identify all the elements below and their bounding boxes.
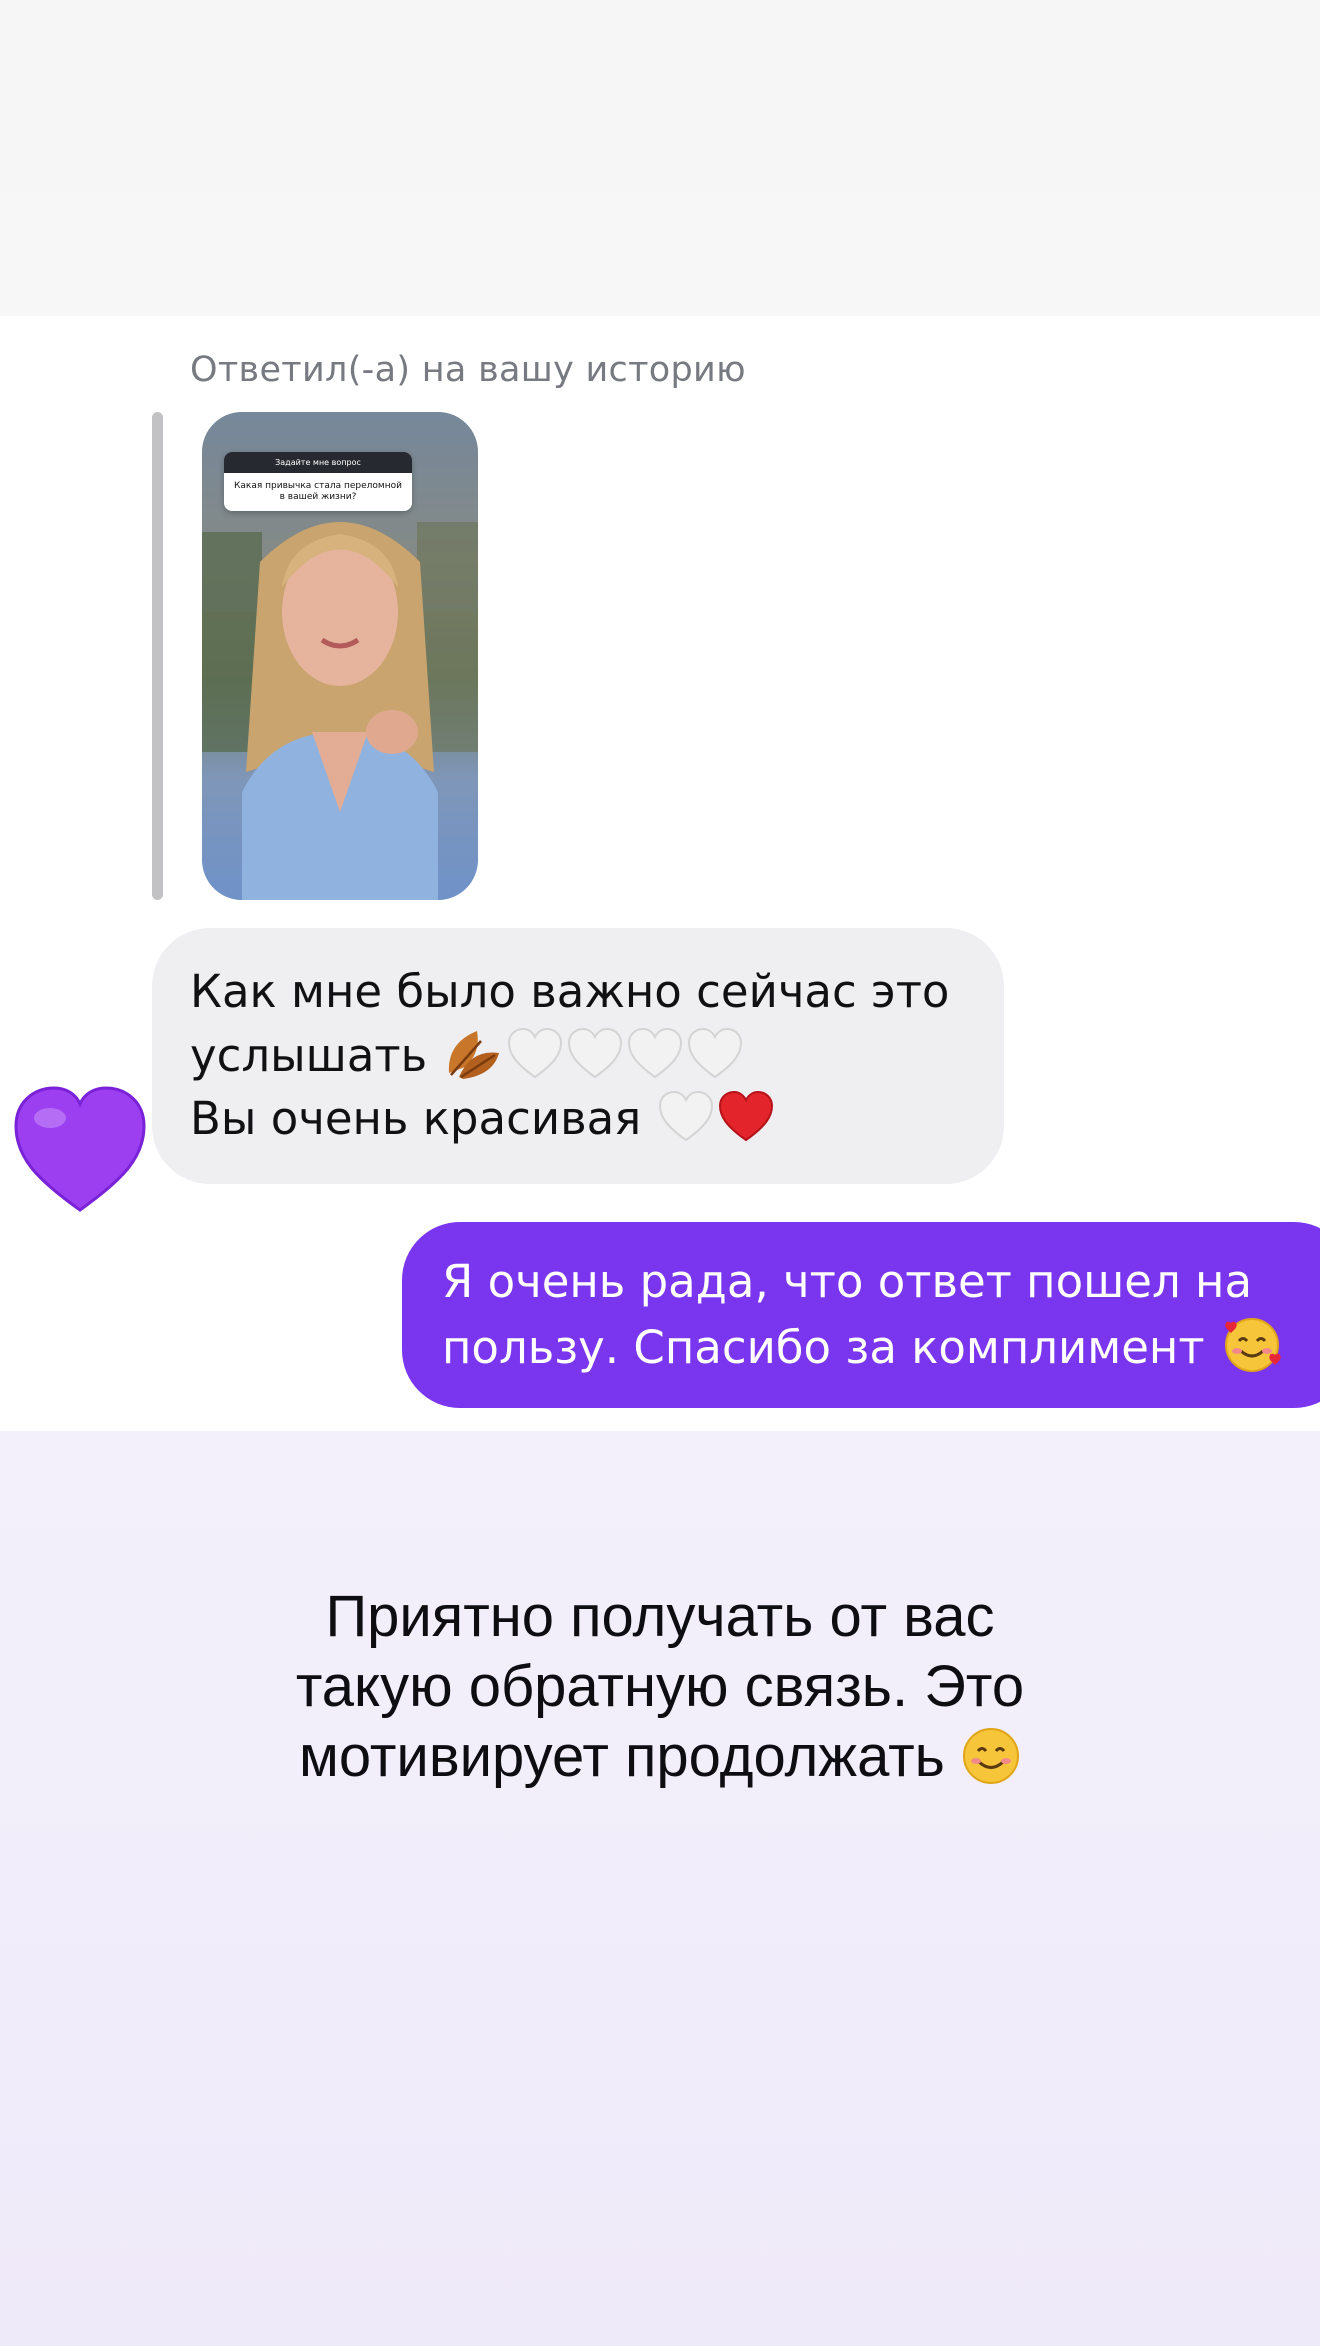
smiling-face-with-hearts-icon [1224, 1318, 1281, 1372]
smiling-face-icon [963, 1728, 1019, 1784]
question-sticker: Задайте мне вопрос Какая привычка стала … [224, 452, 412, 511]
story-reply-caption: Ответил(-а) на вашу историю [190, 350, 746, 390]
white-heart-icon [658, 1090, 713, 1142]
purple-heart-icon[interactable] [10, 1080, 150, 1216]
white-heart-icon [688, 1027, 743, 1079]
top-blank-area [0, 0, 1320, 316]
incoming-message-line-2-text: услышать [190, 1029, 428, 1082]
caption-background [0, 1431, 1320, 2346]
white-heart-icon [628, 1027, 683, 1079]
red-heart-icon [718, 1090, 773, 1142]
white-heart-icon [568, 1027, 623, 1079]
reply-quote-bar [152, 412, 163, 900]
question-sticker-header: Задайте мне вопрос [224, 452, 412, 473]
outgoing-message-line-1: Я очень рада, что ответ пошел на [442, 1255, 1253, 1308]
caption-line-1: Приятно получать от вас [325, 1584, 995, 1649]
outgoing-message-line-2: пользу. Спасибо за комплимент [442, 1313, 1320, 1379]
incoming-message-line-1: Как мне было важно сейчас это [190, 965, 950, 1018]
question-sticker-text: Какая привычка стала переломной в вашей … [234, 481, 402, 502]
story-caption: Приятно получать от вас такую обратную с… [0, 1582, 1320, 1792]
white-heart-icon [508, 1027, 563, 1079]
caption-line-3: мотивирует продолжать [0, 1722, 1320, 1792]
caption-line-3-text: мотивирует продолжать [299, 1724, 945, 1789]
fallen-leaf-icon [449, 1031, 500, 1079]
incoming-message-line-3-text: Вы очень красивая [190, 1092, 642, 1145]
incoming-message-line-3: Вы очень красивая [190, 1087, 964, 1150]
incoming-message-bubble[interactable]: Как мне было важно сейчас это услышать В… [152, 928, 1004, 1184]
caption-line-2: такую обратную связь. Это [295, 1654, 1025, 1719]
incoming-message-line-2: услышать [190, 1023, 964, 1087]
story-thumbnail[interactable]: Задайте мне вопрос Какая привычка стала … [202, 412, 478, 900]
outgoing-message-bubble[interactable]: Я очень рада, что ответ пошел на пользу.… [402, 1222, 1320, 1408]
outgoing-message-line-2-text: пользу. Спасибо за комплимент [442, 1321, 1205, 1374]
